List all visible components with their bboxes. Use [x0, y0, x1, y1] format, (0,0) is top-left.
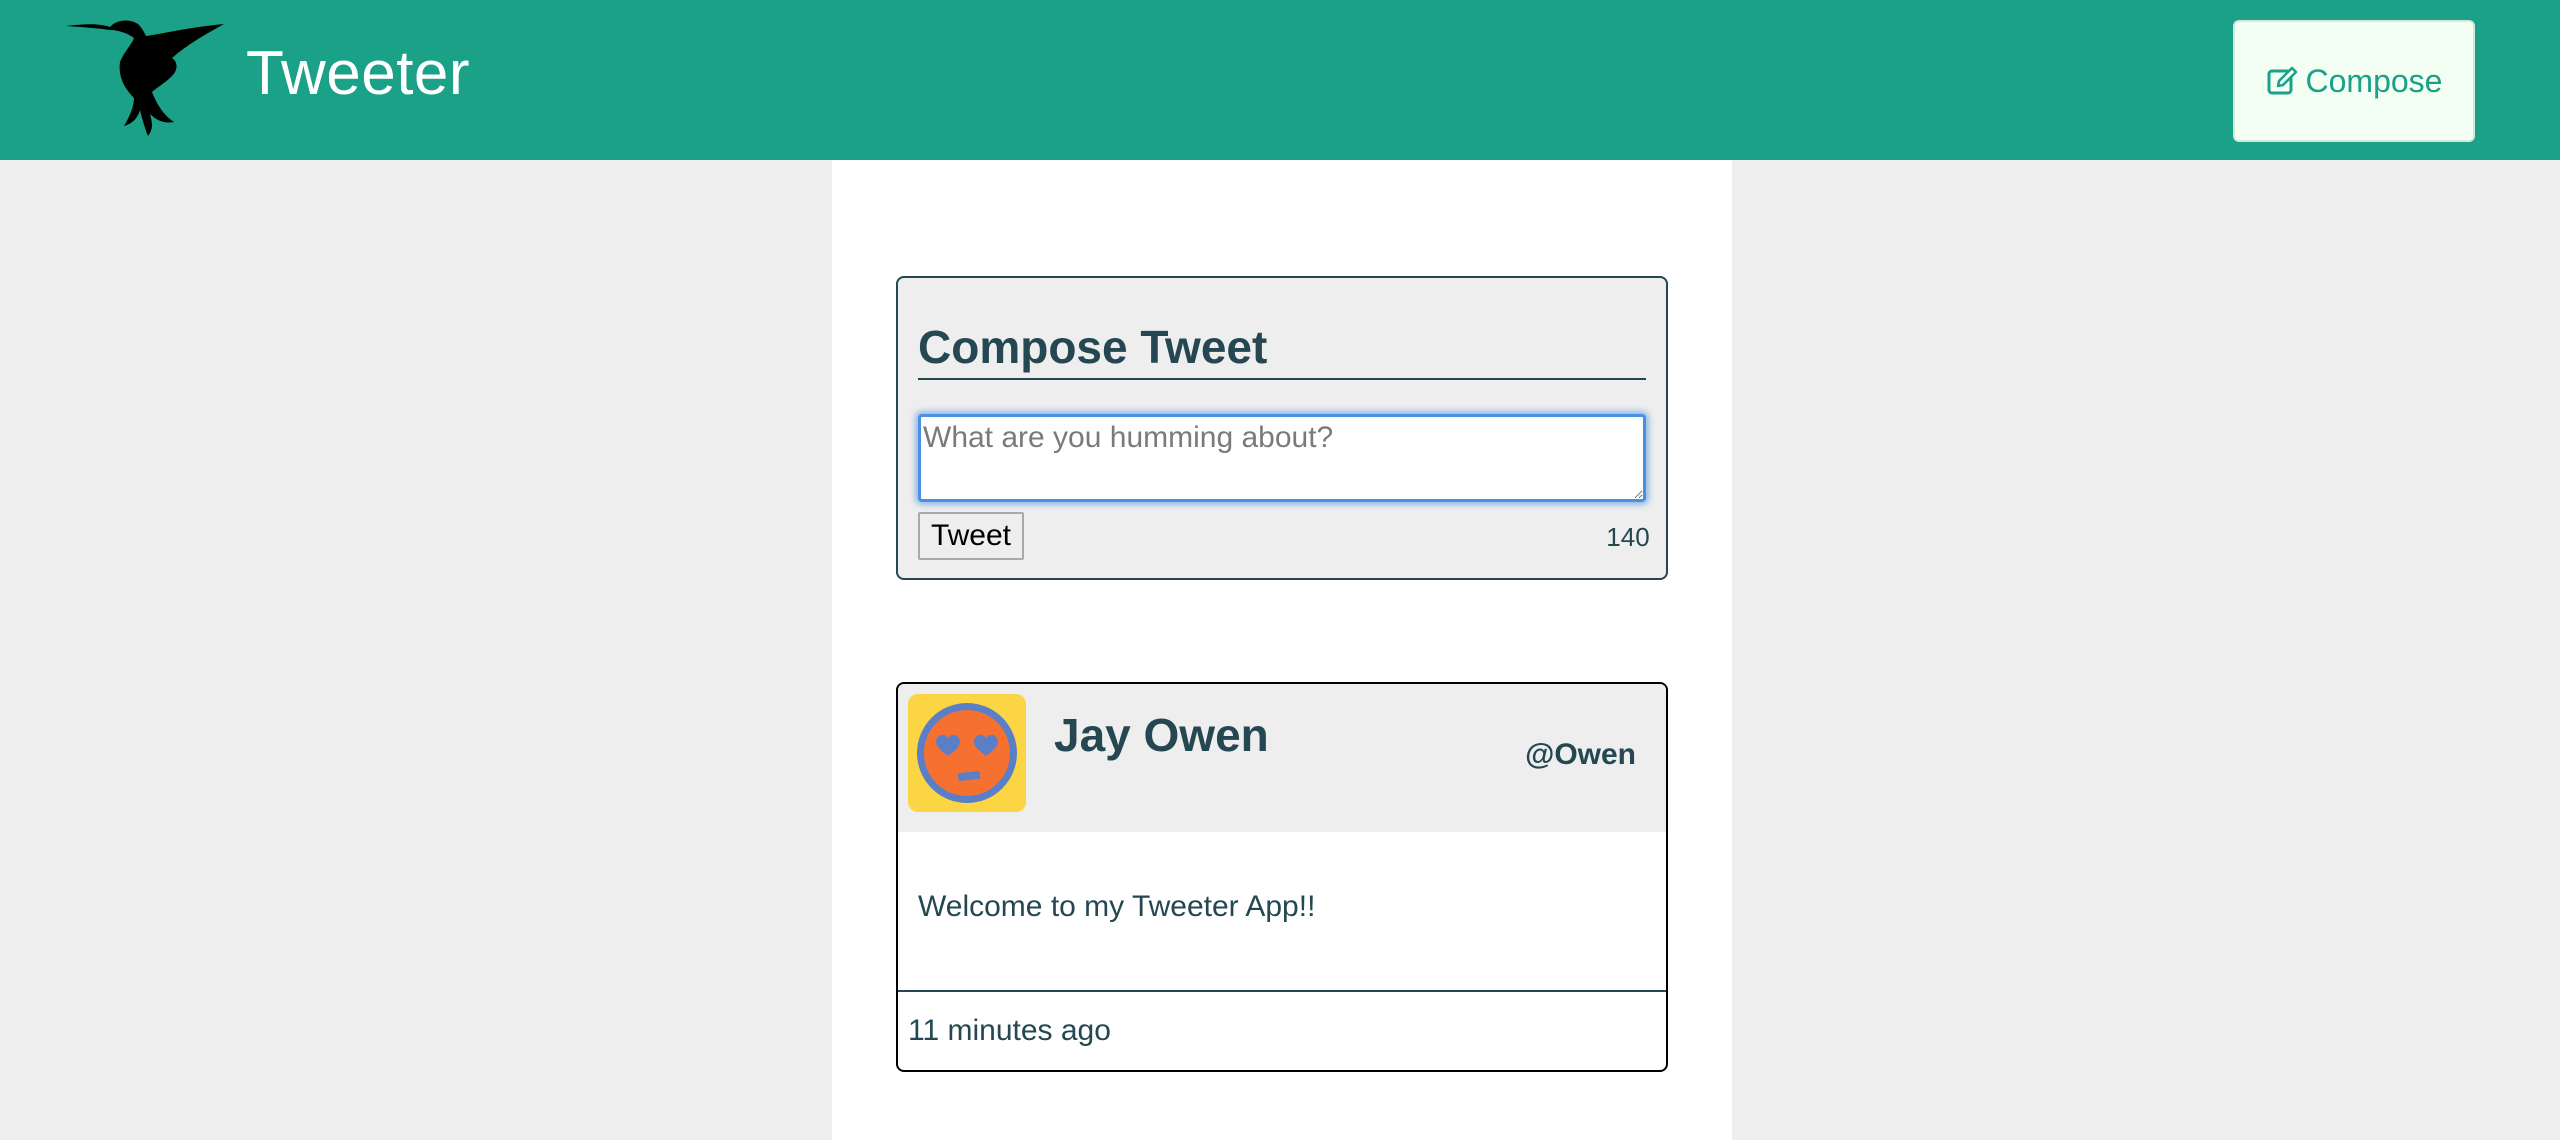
tweet-author-name: Jay Owen [1054, 709, 1269, 761]
tweet-submit-button[interactable]: Tweet [918, 512, 1024, 560]
character-counter: 140 [1606, 522, 1650, 552]
navbar: Tweeter Compose [0, 0, 2560, 160]
compose-button[interactable]: Compose [2233, 20, 2475, 142]
edit-icon [2267, 66, 2297, 95]
compose-heading: Compose Tweet [918, 316, 1646, 380]
tweet-footer: 11 minutes ago [898, 990, 1666, 1070]
tweet-author-handle: @Owen [1525, 738, 1636, 771]
tweet-card: Jay Owen @Owen Welcome to my Tweeter App… [896, 682, 1668, 1072]
compose-tweet-panel: Compose Tweet Tweet 140 [896, 276, 1668, 580]
compose-button-label: Compose [2305, 62, 2443, 99]
tweet-timestamp: 11 minutes ago [908, 1014, 1111, 1047]
hummingbird-icon [66, 20, 224, 136]
main-container: Compose Tweet Tweet 140 Jay Owen @Owen W… [832, 160, 1732, 1140]
tweet-content: Welcome to my Tweeter App!! [918, 890, 1316, 923]
tweet-header: Jay Owen @Owen [898, 684, 1666, 832]
brand-title: Tweeter [246, 39, 471, 108]
avatar [908, 694, 1026, 812]
tweet-textarea[interactable] [918, 414, 1646, 502]
